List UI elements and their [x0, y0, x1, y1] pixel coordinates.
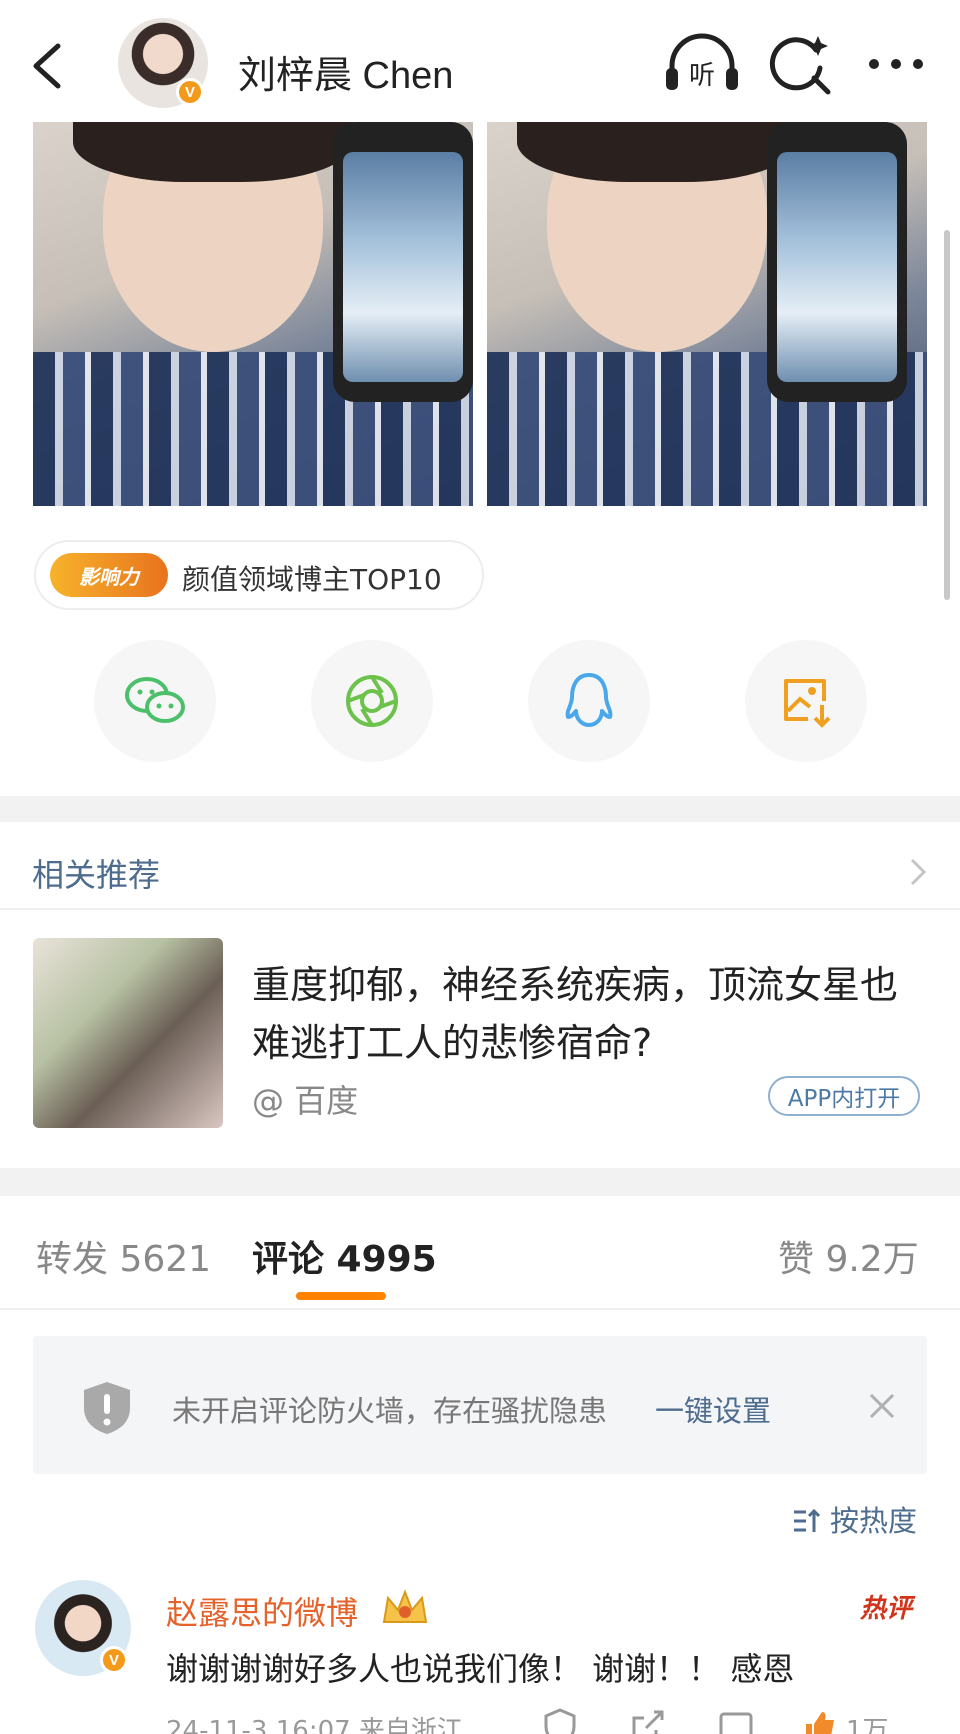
sort-by-hot-button[interactable]: 按热度	[792, 1498, 917, 1540]
related-thumbnail[interactable]	[33, 938, 223, 1128]
influence-logo: 影响力	[50, 553, 168, 597]
divider-line	[0, 908, 960, 910]
comment-text[interactable]: 谢谢谢谢好多人也说我们像！ 谢谢！！ 感恩	[166, 1644, 794, 1690]
firewall-message: 未开启评论防火墙，存在骚扰隐患	[172, 1394, 608, 1428]
commenter-name[interactable]: 赵露思的微博	[166, 1588, 358, 1634]
reply-icon[interactable]	[716, 1706, 756, 1734]
section-divider	[0, 796, 960, 822]
post-photo-1[interactable]	[33, 122, 473, 506]
firewall-setup-link[interactable]: 一键设置	[655, 1388, 771, 1430]
author-name[interactable]: 刘梓晨 Chen	[238, 44, 453, 99]
save-image-button[interactable]	[745, 640, 867, 762]
influence-text: 颜值领域博主TOP10	[182, 563, 442, 596]
more-icon[interactable]	[866, 52, 926, 76]
post-photo-2[interactable]	[487, 122, 927, 506]
moments-icon	[346, 675, 398, 727]
active-tab-indicator	[296, 1292, 386, 1300]
shield-warning-icon	[84, 1382, 130, 1434]
tab-repost[interactable]: 转发 5621	[36, 1230, 211, 1282]
report-icon[interactable]	[540, 1706, 580, 1734]
verified-badge-icon: V	[176, 78, 204, 106]
save-image-icon	[784, 679, 831, 728]
tab-like[interactable]: 赞 9.2万	[778, 1230, 919, 1282]
listen-headphones-icon[interactable]: 听	[664, 32, 740, 96]
listen-label: 听	[689, 61, 715, 91]
back-arrow-icon[interactable]	[28, 40, 68, 92]
top-nav-bar: V 刘梓晨 Chen 听	[0, 0, 960, 122]
section-divider	[0, 1168, 960, 1196]
related-headline[interactable]: 重度抑郁，神经系统疾病，顶流女星也难逃打工人的悲惨宿命?	[252, 956, 932, 1072]
sort-icon	[794, 1508, 821, 1532]
share-comment-icon[interactable]	[628, 1706, 668, 1734]
share-moments-button[interactable]	[311, 640, 433, 762]
sort-label: 按热度	[830, 1504, 918, 1538]
related-section-title[interactable]: 相关推荐	[32, 850, 160, 896]
tab-comment[interactable]: 评论 4995	[252, 1230, 437, 1282]
search-icon[interactable]	[768, 32, 832, 96]
comment-like-count: 1万	[846, 1716, 889, 1734]
related-source: @ 百度	[252, 1082, 359, 1120]
scrollbar[interactable]	[944, 230, 950, 600]
chevron-right-icon[interactable]	[908, 856, 928, 888]
hot-comment-tag: 热评	[860, 1594, 913, 1624]
close-icon[interactable]	[868, 1392, 896, 1420]
share-wechat-button[interactable]	[94, 640, 216, 762]
verified-badge-icon: V	[100, 1646, 128, 1674]
wechat-icon	[125, 677, 185, 723]
qq-icon	[565, 673, 613, 727]
divider-line	[0, 1308, 960, 1310]
crown-icon	[382, 1589, 428, 1623]
comment-meta: 24-11-3 16:07 来自浙江	[166, 1716, 463, 1734]
share-qq-button[interactable]	[528, 640, 650, 762]
open-in-app-button[interactable]: APP内打开	[768, 1076, 920, 1116]
like-icon[interactable]	[800, 1706, 840, 1734]
